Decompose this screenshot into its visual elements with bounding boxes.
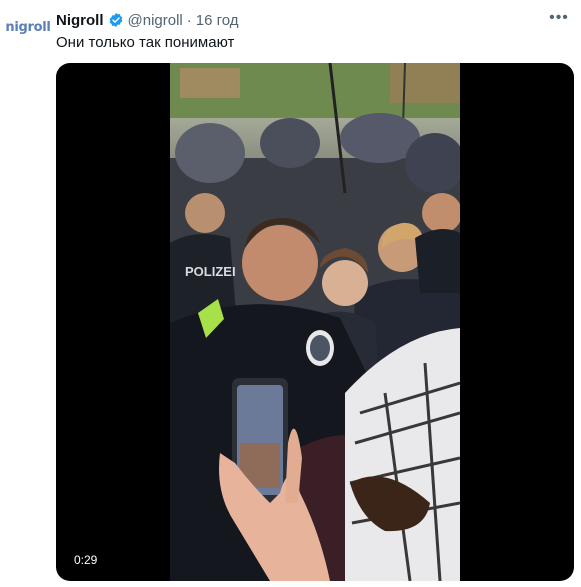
- video-duration: 0:29: [68, 551, 104, 569]
- avatar-logo-text: nigroll: [5, 19, 51, 35]
- overlay-polizei-text: POLIZEI: [185, 264, 236, 279]
- verified-badge-icon: [109, 13, 122, 27]
- author-name[interactable]: Nigroll: [56, 12, 104, 29]
- author-avatar[interactable]: nigroll: [5, 14, 51, 40]
- video-frame: POLIZEI: [170, 63, 460, 581]
- video-player[interactable]: POLIZEI 0:29: [56, 63, 574, 581]
- more-horizontal-icon: •••: [549, 9, 569, 26]
- tweet-text: Они только так понимают: [56, 34, 235, 51]
- tweet-header: Nigroll @nigroll · 16 год: [56, 10, 551, 30]
- timestamp[interactable]: 16 год: [196, 12, 239, 29]
- author-handle[interactable]: @nigroll: [128, 12, 183, 29]
- more-options-button[interactable]: •••: [547, 6, 571, 30]
- separator-dot: ·: [186, 11, 192, 29]
